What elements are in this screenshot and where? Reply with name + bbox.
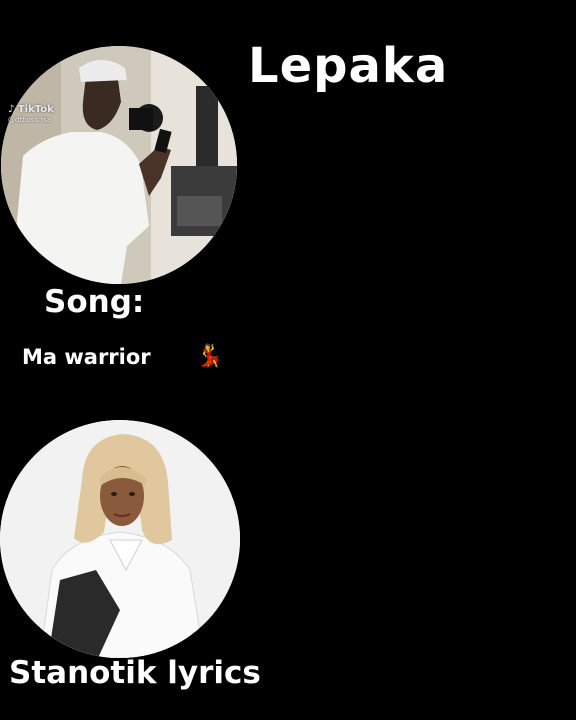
tiktok-watermark: ♪ TikTok @dtboss.rsa bbox=[8, 104, 54, 126]
tiktok-handle: @dtboss.rsa bbox=[8, 116, 52, 124]
artist-studio-photo bbox=[1, 46, 237, 284]
dancer-icon: 💃 bbox=[196, 344, 224, 369]
tiktok-logo: ♪ TikTok bbox=[8, 104, 54, 115]
song-label: Song: bbox=[44, 284, 145, 320]
song-name: Ma warrior bbox=[22, 345, 151, 369]
page-title: Lepaka bbox=[248, 38, 449, 94]
singer-portrait-photo bbox=[0, 420, 240, 658]
credit-text: Stanotik lyrics bbox=[9, 655, 261, 691]
